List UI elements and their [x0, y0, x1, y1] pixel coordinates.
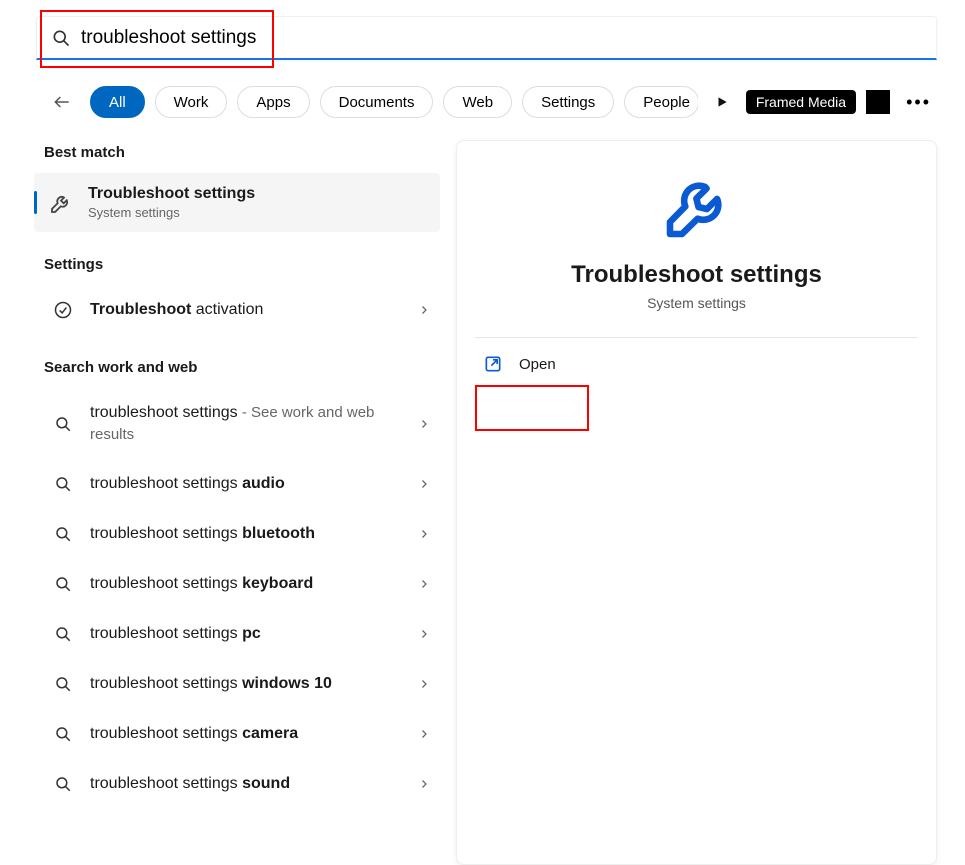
- web-result[interactable]: troubleshoot settings windows 10: [34, 659, 440, 709]
- search-icon: [52, 523, 74, 545]
- search-input[interactable]: [81, 27, 922, 49]
- tab-settings[interactable]: Settings: [522, 86, 614, 118]
- settings-result-troubleshoot-activation[interactable]: Troubleshoot activation: [34, 285, 440, 335]
- open-action[interactable]: Open: [457, 338, 936, 390]
- wrench-icon: [48, 190, 74, 216]
- main-content: Best match Troubleshoot settings System …: [34, 140, 937, 865]
- result-label: troubleshoot settings windows 10: [90, 673, 418, 695]
- best-match-title: Troubleshoot settings: [88, 185, 255, 203]
- chevron-right-icon: [418, 304, 430, 316]
- search-icon: [52, 573, 74, 595]
- result-label: troubleshoot settings keyboard: [90, 573, 418, 595]
- tab-people[interactable]: People: [624, 86, 698, 118]
- section-search-web: Search work and web: [34, 335, 440, 388]
- tab-label: Work: [174, 94, 209, 111]
- result-label: troubleshoot settings sound: [90, 773, 418, 795]
- chevron-right-icon: [418, 418, 430, 430]
- section-best-match: Best match: [34, 140, 440, 173]
- tab-documents[interactable]: Documents: [320, 86, 434, 118]
- tab-label: Apps: [256, 94, 290, 111]
- framed-label: Framed Media: [756, 94, 846, 110]
- chevron-right-icon: [418, 628, 430, 640]
- open-label: Open: [519, 356, 556, 373]
- results-column: Best match Troubleshoot settings System …: [34, 140, 440, 865]
- tabs-scroll-right[interactable]: [708, 86, 736, 118]
- triangle-right-icon: [715, 95, 729, 109]
- web-result[interactable]: troubleshoot settings - See work and web…: [34, 388, 440, 459]
- open-external-icon: [483, 354, 503, 374]
- result-label: troubleshoot settings bluetooth: [90, 523, 418, 545]
- wrench-large-icon: [661, 171, 733, 243]
- result-label: troubleshoot settings camera: [90, 723, 418, 745]
- result-label: troubleshoot settings audio: [90, 473, 418, 495]
- web-result[interactable]: troubleshoot settings pc: [34, 609, 440, 659]
- back-button[interactable]: [44, 84, 80, 120]
- chevron-right-icon: [418, 528, 430, 540]
- tab-label: Web: [462, 94, 493, 111]
- tab-label: People: [643, 94, 690, 111]
- tabs-scroll: All Work Apps Documents Web Settings Peo…: [90, 86, 698, 118]
- search-icon: [51, 28, 71, 48]
- search-icon: [52, 673, 74, 695]
- chevron-right-icon: [418, 578, 430, 590]
- best-match-result[interactable]: Troubleshoot settings System settings: [34, 173, 440, 232]
- search-icon: [52, 773, 74, 795]
- search-icon: [52, 623, 74, 645]
- tab-label: Settings: [541, 94, 595, 111]
- chevron-right-icon: [418, 478, 430, 490]
- more-options-button[interactable]: •••: [900, 92, 937, 113]
- search-icon: [52, 413, 74, 435]
- web-result[interactable]: troubleshoot settings sound: [34, 759, 440, 809]
- tab-web[interactable]: Web: [443, 86, 512, 118]
- chevron-right-icon: [418, 778, 430, 790]
- result-label: Troubleshoot activation: [90, 299, 418, 321]
- search-icon: [52, 723, 74, 745]
- best-match-text: Troubleshoot settings System settings: [88, 185, 255, 220]
- section-settings: Settings: [34, 232, 440, 285]
- filter-tabs-row: All Work Apps Documents Web Settings Peo…: [44, 84, 937, 120]
- web-result[interactable]: troubleshoot settings keyboard: [34, 559, 440, 609]
- tab-apps[interactable]: Apps: [237, 86, 309, 118]
- tab-label: All: [109, 94, 126, 111]
- result-label: troubleshoot settings pc: [90, 623, 418, 645]
- detail-subtitle: System settings: [647, 295, 746, 311]
- result-label: troubleshoot settings - See work and web…: [90, 402, 418, 445]
- tab-all[interactable]: All: [90, 86, 145, 118]
- detail-hero: Troubleshoot settings System settings: [457, 171, 936, 311]
- web-result[interactable]: troubleshoot settings bluetooth: [34, 509, 440, 559]
- annotation-open-highlight: [475, 385, 589, 431]
- detail-title: Troubleshoot settings: [571, 261, 822, 289]
- checkmark-circle-icon: [52, 299, 74, 321]
- tab-work[interactable]: Work: [155, 86, 228, 118]
- web-result[interactable]: troubleshoot settings audio: [34, 459, 440, 509]
- detail-panel: Troubleshoot settings System settings Op…: [456, 140, 937, 865]
- search-bar[interactable]: [36, 16, 937, 60]
- search-icon: [52, 473, 74, 495]
- chevron-right-icon: [418, 678, 430, 690]
- chevron-right-icon: [418, 728, 430, 740]
- web-result[interactable]: troubleshoot settings camera: [34, 709, 440, 759]
- best-match-subtitle: System settings: [88, 205, 255, 220]
- framed-media-badge[interactable]: Framed Media: [746, 90, 856, 114]
- arrow-left-icon: [52, 92, 72, 112]
- tab-label: Documents: [339, 94, 415, 111]
- account-thumbnail[interactable]: [866, 90, 890, 114]
